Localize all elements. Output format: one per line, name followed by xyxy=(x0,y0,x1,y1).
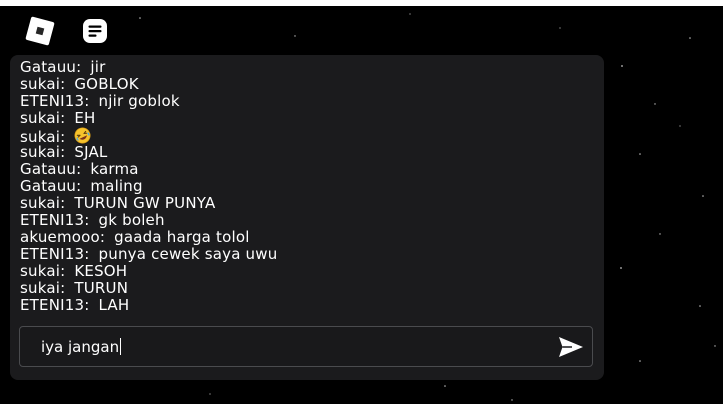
chat-window: Gatauu: jir sukai: GOBLOK ETENI13: njir gob… xyxy=(10,55,604,380)
send-message-button[interactable] xyxy=(557,334,585,360)
chat-message: ETENI13: punya cewek saya uwu xyxy=(20,246,590,263)
message-text: maling xyxy=(90,177,143,195)
chat-message: sukai: TURUN GW PUNYA xyxy=(20,195,590,212)
message-text: LAH xyxy=(98,296,130,314)
message-text: TURUN xyxy=(74,279,129,297)
message-speaker: Gatauu: xyxy=(20,160,82,178)
message-speaker: ETENI13: xyxy=(20,92,90,110)
chat-message: sukai: SJAL xyxy=(20,144,590,161)
chat-message-list[interactable]: Gatauu: jir sukai: GOBLOK ETENI13: njir gob… xyxy=(20,59,590,321)
message-speaker: ETENI13: xyxy=(20,296,90,314)
message-text: KESOH xyxy=(74,262,128,280)
message-speaker: sukai: xyxy=(20,109,66,127)
message-speaker: sukai: xyxy=(20,194,66,212)
chat-message: Gatauu: maling xyxy=(20,178,590,195)
chat-bubble-icon xyxy=(83,19,107,43)
chat-message: Gatauu: jir xyxy=(20,59,590,76)
message-speaker: ETENI13: xyxy=(20,245,90,263)
message-text: EH xyxy=(74,109,96,127)
message-speaker: ETENI13: xyxy=(20,211,90,229)
message-text: gaada harga tolol xyxy=(114,228,250,246)
chat-message: ETENI13: gk boleh xyxy=(20,212,590,229)
chat-message: ETENI13: LAH xyxy=(20,297,590,314)
message-text: karma xyxy=(90,160,139,178)
chat-message: ETENI13: njir goblok xyxy=(20,93,590,110)
message-speaker: sukai: xyxy=(20,279,66,297)
message-speaker: sukai: xyxy=(20,143,66,161)
message-text: TURUN GW PUNYA xyxy=(74,194,216,212)
message-speaker: Gatauu: xyxy=(20,177,82,195)
chat-message: akuemooo: gaada harga tolol xyxy=(20,229,590,246)
chat-message: sukai: GOBLOK xyxy=(20,76,590,93)
chat-input-value: iya jangan xyxy=(41,338,120,356)
chat-message: sukai: EH xyxy=(20,110,590,127)
roblox-logo-icon xyxy=(25,16,55,46)
send-icon xyxy=(559,337,583,357)
chat-message: sukai: KESOH xyxy=(20,263,590,280)
message-text: SJAL xyxy=(74,143,108,161)
message-speaker: sukai: xyxy=(20,75,66,93)
chat-input-text[interactable]: iya jangan xyxy=(41,338,122,356)
message-text: njir goblok xyxy=(98,92,180,110)
chat-message: sukai: xyxy=(20,127,590,146)
chat-input-field[interactable]: iya jangan xyxy=(19,326,593,367)
message-speaker: Gatauu: xyxy=(20,59,82,76)
chat-toggle-button[interactable] xyxy=(80,16,110,46)
chat-message: Gatauu: karma xyxy=(20,161,590,178)
roblox-menu-button[interactable] xyxy=(25,16,55,46)
message-speaker: sukai: xyxy=(20,262,66,280)
chat-message: sukai: TURUN xyxy=(20,280,590,297)
message-text: jir xyxy=(90,59,106,76)
message-speaker: akuemooo: xyxy=(20,228,106,246)
message-text: GOBLOK xyxy=(74,75,139,93)
message-text: gk boleh xyxy=(98,211,165,229)
text-caret xyxy=(120,338,122,355)
message-text: punya cewek saya uwu xyxy=(98,245,278,263)
